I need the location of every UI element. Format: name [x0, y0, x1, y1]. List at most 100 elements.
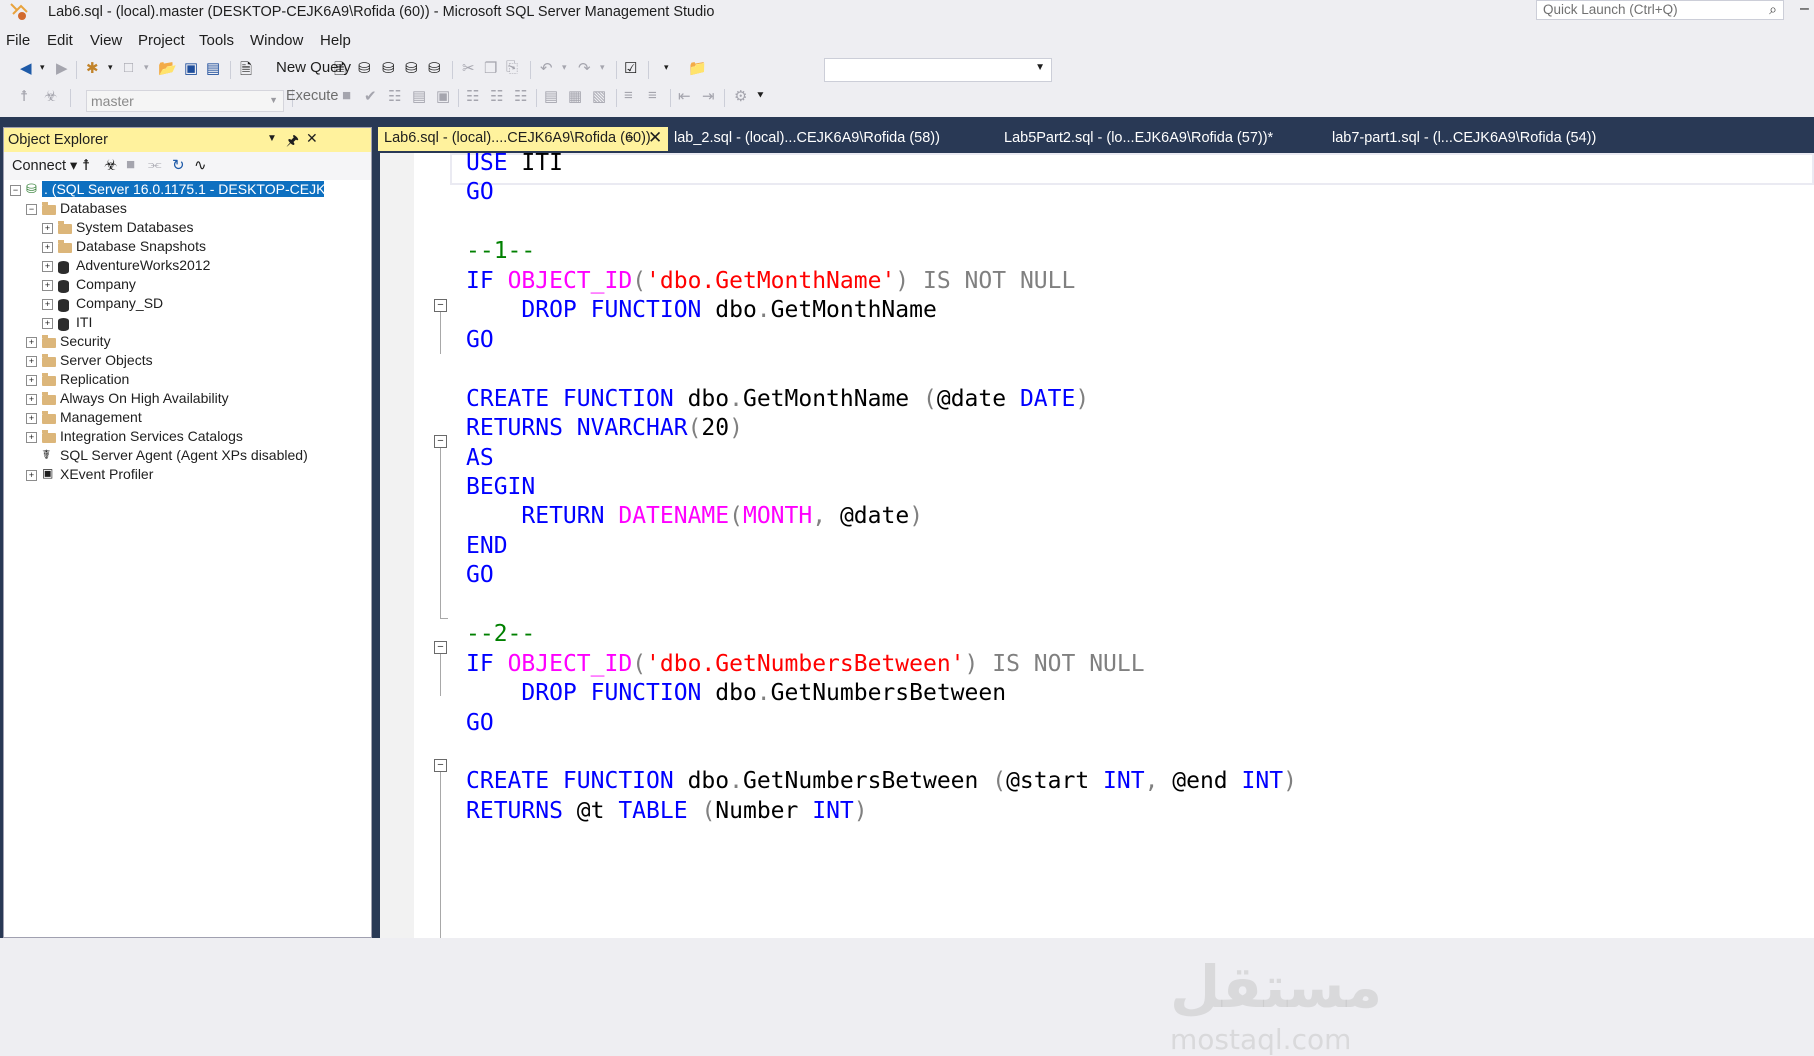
uncomment-lines-icon[interactable]: ≡	[648, 87, 657, 104]
toolbar-overflow-icon[interactable]: ⯆	[756, 90, 765, 103]
search-icon[interactable]: ⌕	[1769, 1, 1777, 18]
connect-object-explorer-icon[interactable]: ☨	[82, 156, 90, 174]
expand-icon[interactable]: +	[42, 299, 53, 310]
close-icon[interactable]: ✕	[648, 128, 662, 148]
open-file-icon[interactable]: 📂	[158, 59, 177, 77]
pin-icon[interactable]: ⫨	[626, 128, 633, 144]
results-to-file-icon[interactable]: ▧	[592, 87, 606, 105]
query-options-icon[interactable]: ▤	[412, 87, 426, 105]
collapse-icon[interactable]: −	[434, 299, 447, 312]
expand-icon[interactable]: +	[42, 280, 53, 291]
tab-lab6[interactable]: Lab6.sql - (local)....CEJK6A9\Rofida (60…	[378, 127, 668, 151]
menu-project[interactable]: Project	[138, 32, 185, 49]
close-icon[interactable]: ✕	[306, 130, 318, 147]
paste-icon[interactable]: ⎘	[506, 59, 518, 76]
database-engine-query-icon[interactable]: 🗎	[334, 59, 346, 84]
stop-icon[interactable]: ■	[126, 156, 135, 173]
expand-icon[interactable]: +	[42, 242, 53, 253]
add-item-icon[interactable]: □	[124, 59, 133, 76]
tab-lab5part2[interactable]: Lab5Part2.sql - (lo...EJK6A9\Rofida (57)…	[998, 127, 1328, 151]
collapse-icon[interactable]: −	[26, 204, 37, 215]
menu-tools[interactable]: Tools	[199, 32, 234, 49]
live-query-statistics-icon[interactable]: ☷	[490, 87, 503, 105]
find-in-files-icon[interactable]: 📁	[688, 59, 707, 77]
save-all-icon[interactable]: ▤	[206, 59, 220, 77]
dax-query-icon[interactable]: ⛁	[428, 59, 441, 77]
connect-icon[interactable]: ☨	[20, 87, 28, 105]
menu-view[interactable]: View	[90, 32, 122, 49]
dropdown-arrow-icon[interactable]: ▾	[664, 62, 669, 73]
redo-icon[interactable]: ↷	[578, 59, 591, 77]
expand-icon[interactable]: +	[26, 337, 37, 348]
mdx-query-icon[interactable]: ⛁	[358, 59, 371, 77]
menu-edit[interactable]: Edit	[47, 32, 73, 49]
collapse-icon[interactable]: −	[434, 759, 447, 772]
tab-lab7part1[interactable]: lab7-part1.sql - (l...CEJK6A9\Rofida (54…	[1328, 127, 1658, 151]
expand-icon[interactable]: +	[26, 394, 37, 405]
activity-monitor-icon[interactable]: ☑	[624, 59, 637, 77]
copy-icon[interactable]: ❐	[484, 59, 497, 77]
include-actual-plan-icon[interactable]: ☷	[466, 87, 479, 105]
filter-icon[interactable]: ⫘	[148, 156, 162, 173]
collapse-icon[interactable]: −	[434, 641, 447, 654]
increase-indent-icon[interactable]: ⇥	[702, 87, 715, 105]
back-icon[interactable]: ◀	[20, 59, 32, 77]
disconnect-icon[interactable]: ☣	[104, 156, 117, 174]
available-databases-select[interactable]: master ▼	[86, 90, 284, 112]
cancel-query-icon[interactable]: ■	[342, 87, 351, 104]
expand-icon[interactable]: +	[26, 432, 37, 443]
expand-icon[interactable]: +	[26, 470, 37, 481]
results-to-text-icon[interactable]: ▤	[544, 87, 558, 105]
parse-icon[interactable]: ✔	[364, 87, 377, 105]
expand-icon[interactable]: +	[42, 223, 53, 234]
dmx-query-icon[interactable]: ⛁	[382, 59, 395, 77]
pin-icon[interactable]: 🖈	[286, 130, 299, 154]
forward-icon[interactable]: ▶	[56, 59, 68, 77]
toolbar-separator	[230, 61, 231, 79]
save-icon[interactable]: ▣	[184, 59, 198, 77]
refresh-icon[interactable]: ↻	[172, 156, 185, 174]
expand-icon[interactable]: +	[26, 356, 37, 367]
menu-window[interactable]: Window	[250, 32, 303, 49]
quick-launch-input[interactable]: Quick Launch (Ctrl+Q) ⌕	[1536, 0, 1784, 20]
code-token: GetNumbersBetween	[770, 680, 1007, 706]
undo-icon[interactable]: ↶	[540, 59, 553, 77]
collapse-icon[interactable]: −	[10, 185, 21, 196]
execute-button[interactable]: Execute	[286, 88, 338, 104]
dropdown-arrow-icon[interactable]: ▾	[600, 62, 605, 73]
results-to-grid-icon[interactable]: ▦	[568, 87, 582, 105]
window-position-icon[interactable]: ▼	[267, 133, 277, 144]
display-estimated-plan-icon[interactable]: ☷	[388, 87, 401, 105]
menu-file[interactable]: File	[6, 32, 30, 49]
new-project-icon[interactable]: ✱	[86, 59, 99, 77]
cut-icon[interactable]: ✂	[462, 59, 475, 77]
new-query-icon[interactable]: 🗎	[240, 59, 252, 84]
intellisense-icon[interactable]: ▣	[436, 87, 450, 105]
tree-node[interactable]: + ▣ XEvent Profiler	[4, 465, 371, 487]
decrease-indent-icon[interactable]: ⇤	[678, 87, 691, 105]
change-connection-icon[interactable]: ☣	[44, 87, 57, 105]
menu-help[interactable]: Help	[320, 32, 351, 49]
dropdown-arrow-icon[interactable]: ▾	[108, 62, 113, 73]
dropdown-arrow-icon[interactable]: ▾	[40, 62, 45, 73]
minimize-button[interactable]: –	[1800, 0, 1809, 18]
activity-monitor-icon[interactable]: ∿	[194, 156, 207, 174]
xmla-query-icon[interactable]: ⛁	[405, 59, 418, 77]
code-token: )	[895, 268, 910, 294]
expand-icon[interactable]: +	[42, 261, 53, 272]
collapse-icon[interactable]: −	[434, 435, 447, 448]
dropdown-arrow-icon[interactable]: ▾	[144, 62, 149, 73]
sql-editor[interactable]: USE ITI GO --1-- IF OBJECT_ID('dbo.GetMonth…	[380, 150, 1814, 1056]
specify-template-values-icon[interactable]: ⚙	[734, 87, 747, 105]
dropdown-arrow-icon[interactable]: ▾	[562, 62, 567, 73]
expand-icon[interactable]: +	[26, 375, 37, 386]
comment-lines-icon[interactable]: ≡	[624, 87, 633, 104]
expand-icon[interactable]: +	[42, 318, 53, 329]
expand-icon[interactable]: +	[26, 413, 37, 424]
client-statistics-icon[interactable]: ☷	[514, 87, 527, 105]
code-token: @date	[826, 503, 910, 529]
connect-dropdown-button[interactable]: Connect ▾	[12, 158, 77, 174]
tab-lab2[interactable]: lab_2.sql - (local)...CEJK6A9\Rofida (58…	[668, 127, 998, 151]
solution-configuration-select[interactable]: ▼	[824, 58, 1052, 82]
